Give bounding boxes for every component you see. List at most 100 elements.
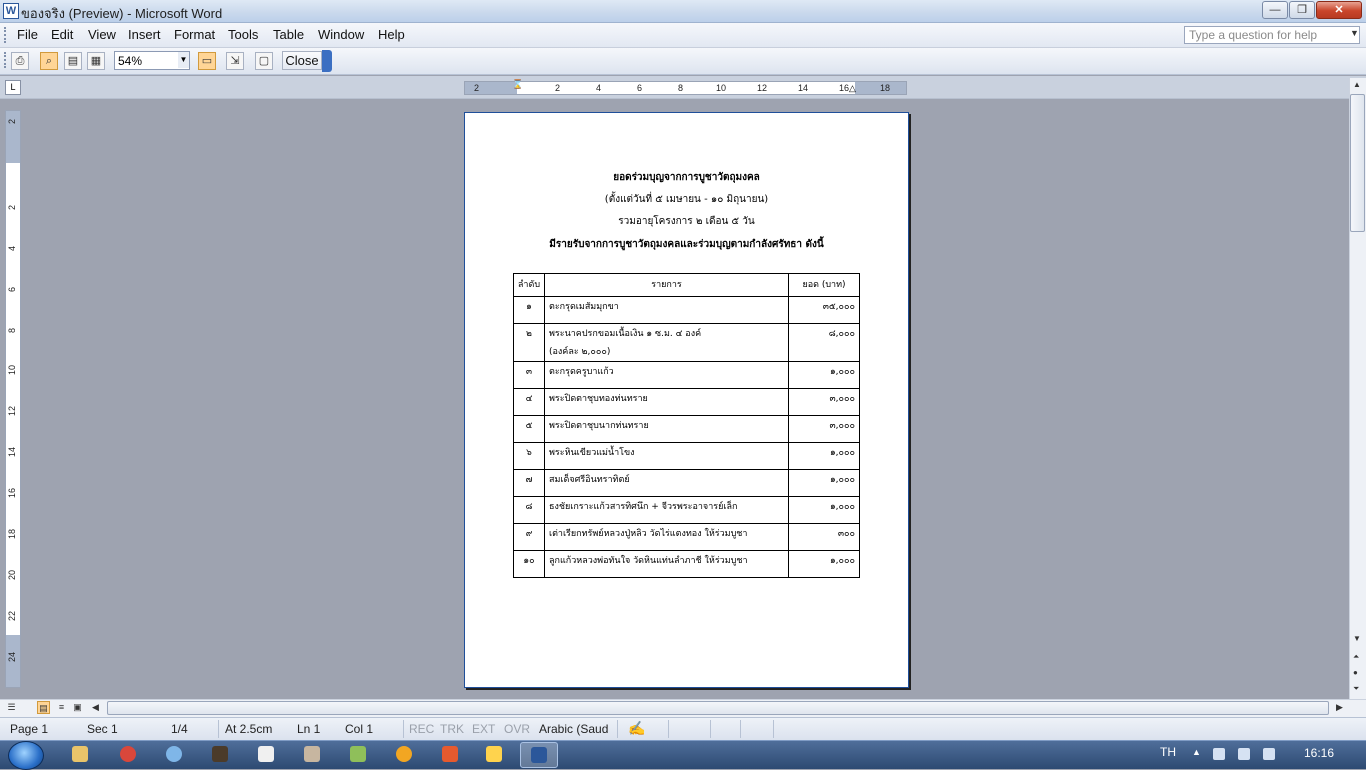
app5-taskbar-icon[interactable] <box>386 742 422 766</box>
row-item: ตะกรุดครูบาแก้ว <box>544 361 789 389</box>
help-dropdown-icon[interactable]: ▼ <box>1350 28 1359 38</box>
scroll-up-icon[interactable]: ▲ <box>1353 80 1361 89</box>
row-no: ๑๐ <box>513 550 545 578</box>
outline-view-icon[interactable]: ≡ <box>55 701 68 714</box>
full-screen-icon[interactable]: ▢ <box>255 52 273 70</box>
status-divider <box>403 720 404 738</box>
status-ovr[interactable]: OVR <box>504 722 530 736</box>
row-amount: ๓๕,๐๐๐ <box>788 296 860 324</box>
horizontal-ruler[interactable]: 2 2 4 6 8 10 12 14 16 18 ⌛ △ <box>464 79 907 95</box>
toolbar-grip-handle[interactable] <box>4 52 9 68</box>
table-row: ๑๐ ลูกแก้วหลวงพ่อทันใจ วัดหินแท่นลำภาชี … <box>513 550 860 578</box>
ruler-tick: 12 <box>7 406 17 417</box>
zoom-dropdown-icon[interactable]: ▼ <box>178 52 189 68</box>
header-amount: ยอด (บาท) <box>788 273 860 297</box>
ruler-tick: 2 <box>474 83 480 93</box>
app6-taskbar-icon[interactable] <box>432 742 468 766</box>
app7-taskbar-icon[interactable] <box>476 742 512 766</box>
volume-icon[interactable] <box>1238 748 1250 760</box>
table-row: ๘ ธงชัยเกราะแก้วสารทิศนึก + จีวรพระอาจาร… <box>513 496 860 524</box>
row-item: พระนาคปรกขอมเนื้อเงิน ๑ ซ.ม. ๔ องค์ <box>549 329 702 339</box>
table-row: ๖ พระหินเขียวแม่น้ำโขง ๑,๐๐๐ <box>513 442 860 470</box>
status-language[interactable]: Arabic (Saud <box>539 722 608 736</box>
ruler-tick: 14 <box>798 83 809 93</box>
word-taskbar-icon[interactable] <box>520 742 558 768</box>
row-amount: ๑,๐๐๐ <box>788 496 860 524</box>
indent-marker-icon[interactable]: ⌛ <box>512 79 523 90</box>
chrome-taskbar-icon[interactable] <box>110 742 146 766</box>
menu-insert[interactable]: Insert <box>128 27 161 42</box>
menu-window[interactable]: Window <box>318 27 364 42</box>
window-title: ของจริง (Preview) - Microsoft Word <box>21 6 223 21</box>
horizontal-scroll-thumb[interactable] <box>107 701 1329 715</box>
table-row: ๑ ตะกรุดเมสัมมุกขา ๓๕,๐๐๐ <box>513 296 860 324</box>
scroll-left-icon[interactable]: ◀ <box>89 701 102 714</box>
minimize-button[interactable]: — <box>1262 1 1288 19</box>
clock[interactable]: 16:16 <box>1304 746 1334 760</box>
status-trk[interactable]: TRK <box>440 722 464 736</box>
row-amount: ๑,๐๐๐ <box>788 442 860 470</box>
help-search-input[interactable]: Type a question for help <box>1184 26 1360 44</box>
spelling-check-icon[interactable]: ✍ <box>628 720 645 737</box>
word-app-icon[interactable]: W <box>3 3 19 19</box>
menu-file[interactable]: File <box>17 27 38 42</box>
magnifier-icon[interactable]: ⌕ <box>40 52 58 70</box>
row-no: ๔ <box>513 388 545 416</box>
status-ext[interactable]: EXT <box>472 722 495 736</box>
tab-selector-icon[interactable]: L <box>5 80 21 95</box>
app3-taskbar-icon[interactable] <box>294 742 330 766</box>
start-button[interactable] <box>8 741 44 770</box>
menu-edit[interactable]: Edit <box>51 27 73 42</box>
app-taskbar-icon[interactable] <box>202 742 238 766</box>
app4-taskbar-icon[interactable] <box>340 742 376 766</box>
close-window-button[interactable]: ✕ <box>1316 1 1362 19</box>
menu-grip-handle[interactable] <box>4 27 9 43</box>
scroll-right-icon[interactable]: ▶ <box>1333 701 1346 714</box>
ruler-tick: 10 <box>7 365 17 376</box>
row-amount: ๓,๐๐๐ <box>788 415 860 443</box>
vertical-scroll-thumb[interactable] <box>1350 94 1365 232</box>
signal-icon[interactable] <box>1263 748 1275 760</box>
ruler-tick: 20 <box>7 570 17 581</box>
print-layout-view-icon[interactable]: ▤ <box>37 701 50 714</box>
ruler-tick: 24 <box>7 652 17 663</box>
row-item: พระหินเขียวแม่น้ำโขง <box>544 442 789 470</box>
print-icon[interactable]: ⎙ <box>11 52 29 70</box>
maximize-button[interactable]: ❐ <box>1289 1 1315 19</box>
app2-taskbar-icon[interactable] <box>248 742 284 766</box>
vertical-ruler[interactable]: 2 2 4 6 8 10 12 14 16 18 20 22 24 <box>5 110 21 688</box>
menu-tools[interactable]: Tools <box>228 27 258 42</box>
menu-table[interactable]: Table <box>273 27 304 42</box>
status-rec[interactable]: REC <box>409 722 434 736</box>
row-item: สมเด็จศรีอินทราทิตย์ <box>544 469 789 497</box>
right-indent-marker-icon[interactable]: △ <box>849 83 856 94</box>
table-row: ๙ เต่าเรียกทรัพย์หลวงปู่หลิว วัดไร่แตงทอ… <box>513 523 860 551</box>
toolbar-options-icon[interactable] <box>322 50 332 72</box>
view-ruler-icon[interactable]: ▭ <box>198 52 216 70</box>
menu-format[interactable]: Format <box>174 27 215 42</box>
one-page-icon[interactable]: ▤ <box>64 52 82 70</box>
multiple-pages-icon[interactable]: ▦ <box>87 52 105 70</box>
explorer-taskbar-icon[interactable] <box>62 742 98 766</box>
next-page-icon[interactable]: ⏷ <box>1353 684 1359 694</box>
close-preview-button[interactable]: Close <box>282 51 322 70</box>
menu-help[interactable]: Help <box>378 27 405 42</box>
status-line: Ln 1 <box>297 722 321 736</box>
document-page[interactable]: ยอดร่วมบุญจากการบูชาวัตถุมงคล (ตั้งแต่วั… <box>464 112 909 688</box>
media-taskbar-icon[interactable] <box>156 742 192 766</box>
menu-view[interactable]: View <box>88 27 116 42</box>
tray-expand-icon[interactable]: ▲ <box>1192 747 1201 757</box>
scroll-down-icon[interactable]: ▼ <box>1353 634 1361 643</box>
reading-layout-icon[interactable]: ▣ <box>71 701 84 714</box>
previous-page-icon[interactable]: ⏶ <box>1353 652 1359 662</box>
doc-heading-2: (ตั้งแต่วันที่ ๕ เมษายน - ๑๐ มิถุนายน) <box>604 194 769 205</box>
title-bar: W ของจริง (Preview) - Microsoft Word — ❐… <box>0 0 1366 23</box>
tray-language[interactable]: TH <box>1160 745 1176 759</box>
ruler-left-margin <box>465 82 517 94</box>
table-row: ๕ พระปิดตาชุบนากท่นทราย ๓,๐๐๐ <box>513 415 860 443</box>
row-item: พระปิดตาชุบนากท่นทราย <box>544 415 789 443</box>
network-device-icon[interactable] <box>1213 748 1225 760</box>
normal-view-icon[interactable]: ☰ <box>5 701 18 714</box>
select-browse-object-icon[interactable]: ● <box>1353 668 1358 677</box>
shrink-to-fit-icon[interactable]: ⇲ <box>226 52 244 70</box>
